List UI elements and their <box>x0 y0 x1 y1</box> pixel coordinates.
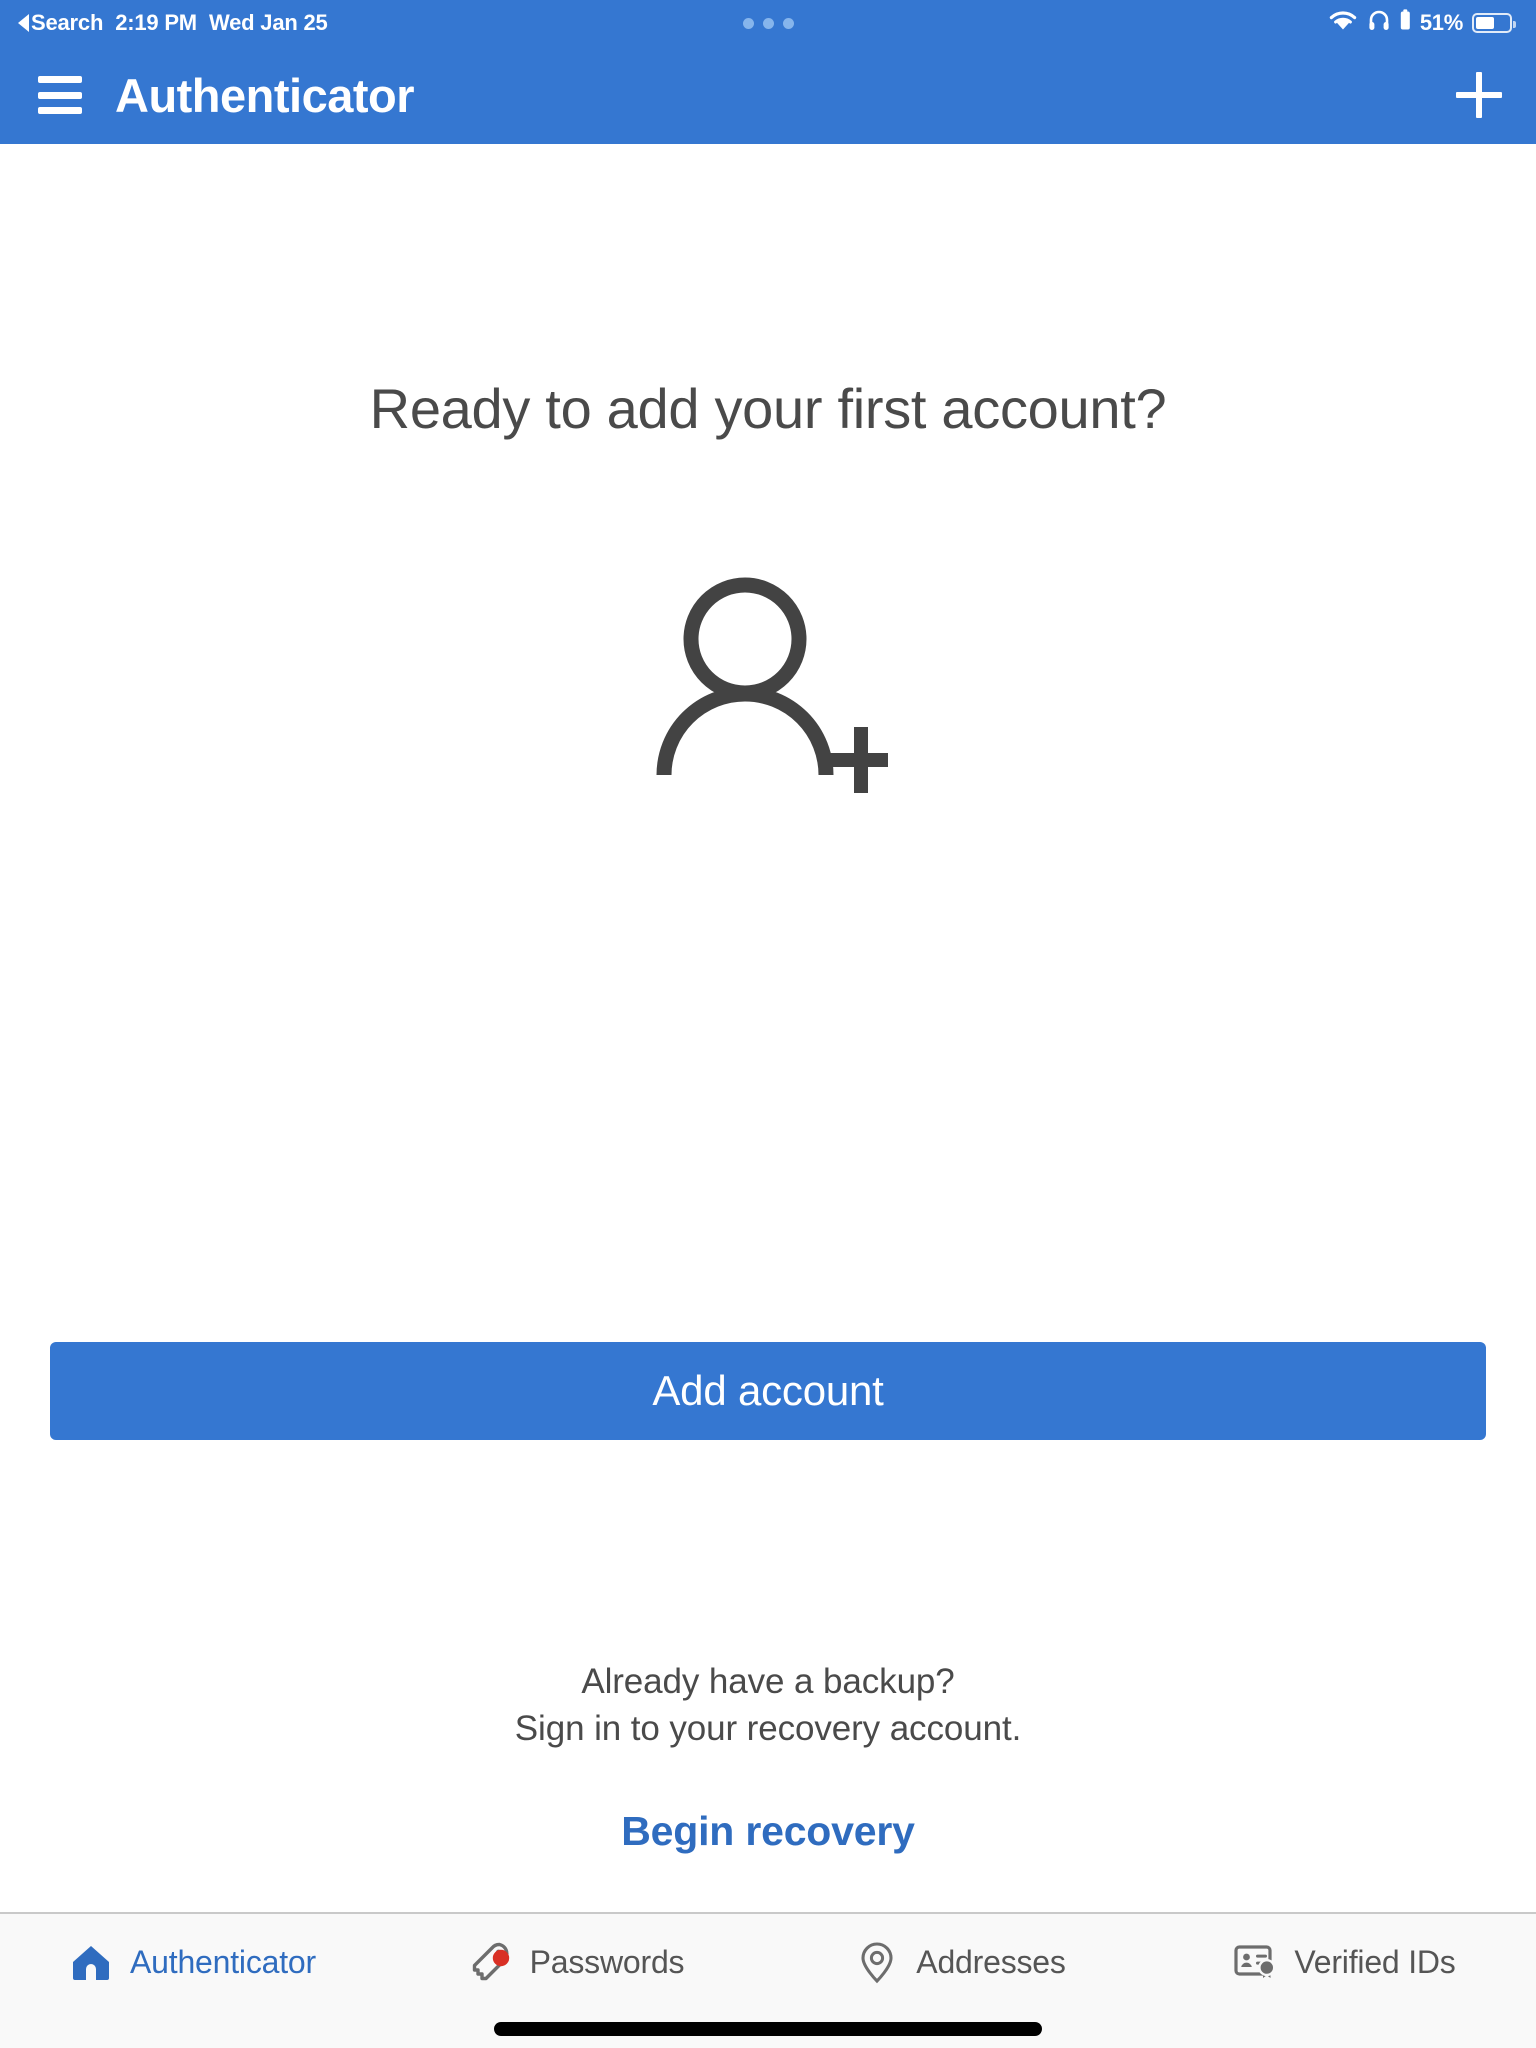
wifi-icon <box>1328 9 1358 38</box>
status-bar-right: 51% <box>1328 8 1516 38</box>
add-account-button-wrap: Add account <box>50 1342 1486 1440</box>
battery-percent-label: 51% <box>1419 10 1463 35</box>
status-date: Wed Jan 25 <box>208 10 328 35</box>
plus-icon[interactable] <box>1448 64 1510 126</box>
home-icon <box>68 1939 114 1985</box>
tab-passwords[interactable]: Passwords <box>384 1914 768 2010</box>
bottom-tab-bar: Authenticator Passwords Addresses Verifi… <box>0 1912 1536 2010</box>
tab-label-authenticator: Authenticator <box>130 1943 316 1980</box>
app-header-bar: Authenticator <box>0 46 1536 144</box>
status-time: 2:19 PM <box>115 10 197 35</box>
headline-text: Ready to add your first account? <box>369 377 1167 440</box>
battery-icon <box>1472 13 1516 33</box>
back-label: Search <box>31 10 104 35</box>
tab-label-addresses: Addresses <box>916 1943 1066 1980</box>
status-bar-left: Search 2:19 PM Wed Jan 25 <box>18 10 328 36</box>
begin-recovery-link[interactable]: Begin recovery <box>621 1808 915 1855</box>
back-triangle-icon <box>18 14 29 32</box>
main-content: Ready to add your first account? Add acc… <box>0 144 1536 1912</box>
headphones-battery-icon <box>1400 9 1411 37</box>
tab-verified-ids[interactable]: Verified IDs <box>1152 1914 1536 2010</box>
headphones-icon <box>1367 8 1391 38</box>
hamburger-menu-icon[interactable] <box>38 76 82 114</box>
page-title: Authenticator <box>115 68 415 122</box>
back-to-search-button[interactable]: Search <box>18 10 103 36</box>
three-dots-activity-icon <box>742 17 794 29</box>
tab-label-passwords: Passwords <box>529 1943 685 1980</box>
key-icon <box>468 1939 514 1985</box>
app-root: Search 2:19 PM Wed Jan 25 51% Authentica… <box>0 0 1536 2048</box>
id-card-badge-icon <box>1232 1939 1278 1985</box>
home-indicator-area <box>0 2010 1536 2048</box>
recovery-line-2: Sign in to your recovery account. <box>514 1708 1022 1748</box>
tab-authenticator[interactable]: Authenticator <box>0 1914 384 2010</box>
tab-addresses[interactable]: Addresses <box>768 1914 1152 2010</box>
person-add-icon <box>648 569 894 809</box>
recovery-section: Already have a backup? Sign in to your r… <box>0 1659 1536 1855</box>
home-indicator[interactable] <box>494 2022 1042 2036</box>
status-bar: Search 2:19 PM Wed Jan 25 51% <box>0 0 1536 46</box>
add-account-button[interactable]: Add account <box>50 1342 1486 1440</box>
tab-label-verified-ids: Verified IDs <box>1294 1943 1456 1980</box>
recovery-line-1: Already have a backup? <box>581 1662 955 1701</box>
location-pin-icon <box>854 1939 900 1985</box>
